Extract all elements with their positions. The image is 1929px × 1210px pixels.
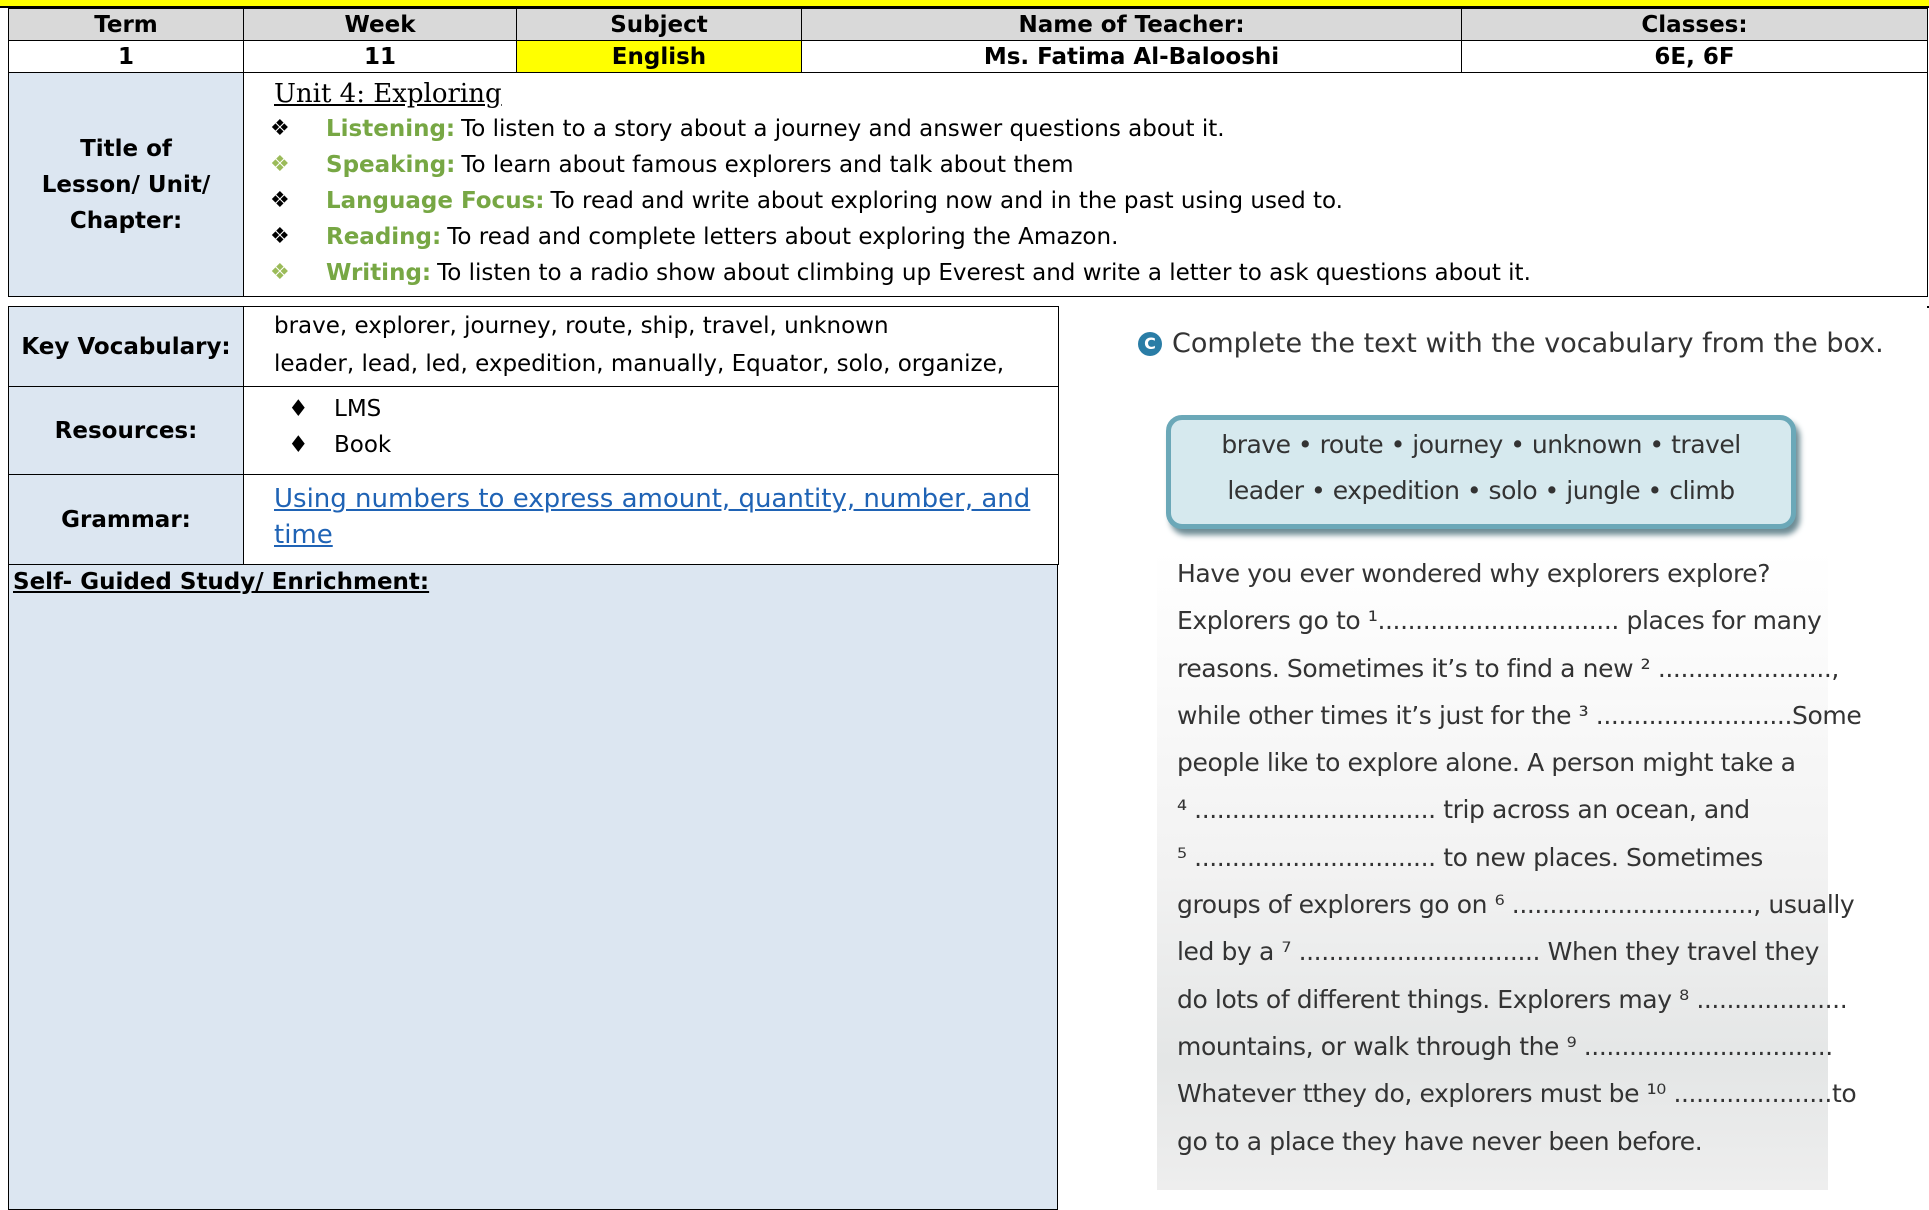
classes-value: 6E, 6F bbox=[1461, 40, 1928, 73]
exercise-number-icon: C bbox=[1138, 332, 1162, 356]
header-strip bbox=[0, 0, 1929, 8]
resources-label: Resources: bbox=[8, 386, 244, 475]
word-row: brave • route • journey • unknown • trav… bbox=[1221, 430, 1741, 459]
self-study-section: Self- Guided Study/ Enrichment: bbox=[8, 564, 1058, 1210]
exercise-instruction: Complete the text with the vocabulary fr… bbox=[1172, 328, 1884, 359]
self-study-title: Self- Guided Study/ Enrichment: bbox=[13, 569, 430, 595]
list-item: ♦ LMS bbox=[288, 391, 1058, 427]
resources-content: ♦ LMS ♦ Book bbox=[243, 386, 1059, 475]
lesson-plan-table: Term Week Subject Name of Teacher: Class… bbox=[8, 8, 1928, 297]
vocabulary-line: brave, explorer, journey, route, ship, t… bbox=[274, 313, 889, 339]
objective-item: ❖ Speaking: To learn about famous explorer… bbox=[270, 147, 1927, 183]
term-header: Term bbox=[8, 8, 244, 41]
details-table: Key Vocabulary: brave, explorer, journey… bbox=[8, 306, 1059, 565]
passage-line: Explorers go to ¹.......................… bbox=[1177, 606, 1822, 636]
passage-line: reasons. Sometimes it’s to find a new ² … bbox=[1177, 653, 1839, 683]
passage-line: ⁴ ................................ trip … bbox=[1177, 795, 1750, 825]
four-diamond-bullet-icon: ❖ bbox=[270, 188, 290, 213]
subject-header: Subject bbox=[516, 8, 802, 41]
passage-line: Have you ever wondered why explorers exp… bbox=[1177, 559, 1771, 588]
term-value: 1 bbox=[8, 40, 244, 73]
classes-header: Classes: bbox=[1461, 8, 1928, 41]
four-diamond-bullet-icon: ❖ bbox=[270, 224, 290, 249]
passage-line: groups of explorers go on ⁶ ............… bbox=[1177, 890, 1855, 920]
passage-line: do lots of different things. Explorers m… bbox=[1177, 984, 1848, 1014]
week-header: Week bbox=[243, 8, 517, 41]
grammar-link[interactable]: Using numbers to express amount, quantit… bbox=[244, 475, 1058, 559]
resources-list: ♦ LMS ♦ Book bbox=[244, 387, 1058, 467]
grammar-content: Using numbers to express amount, quantit… bbox=[243, 474, 1059, 565]
grammar-label: Grammar: bbox=[8, 474, 244, 565]
teacher-value: Ms. Fatima Al-Balooshi bbox=[801, 40, 1462, 73]
four-diamond-bullet-icon: ❖ bbox=[270, 116, 290, 141]
four-diamond-bullet-icon: ❖ bbox=[270, 152, 290, 177]
subject-value: English bbox=[516, 40, 802, 73]
week-value: 11 bbox=[243, 40, 517, 73]
passage-line: ⁵ ................................ to ne… bbox=[1177, 842, 1763, 872]
word-row: leader • expedition • solo • jungle • cl… bbox=[1227, 476, 1735, 505]
diamond-bullet-icon: ♦ bbox=[288, 396, 309, 422]
vocabulary-line: leader, lead, led, expedition, manually,… bbox=[274, 351, 1005, 377]
passage-line: mountains, or walk through the ⁹ .......… bbox=[1177, 1031, 1833, 1061]
exercise-image: C Complete the text with the vocabulary … bbox=[1060, 320, 1929, 1210]
lesson-title-label: Title of Lesson/ Unit/ Chapter: bbox=[8, 72, 244, 297]
list-item: ♦ Book bbox=[288, 427, 1058, 463]
passage-line: go to a place they have never been befor… bbox=[1177, 1126, 1703, 1156]
lesson-content: Unit 4: Exploring ❖ Listening: To listen t… bbox=[243, 72, 1928, 297]
passage-line: led by a ⁷ .............................… bbox=[1177, 937, 1820, 967]
objective-item: ❖ Language Focus: To read and write about … bbox=[270, 183, 1927, 219]
vocabulary-label: Key Vocabulary: bbox=[8, 306, 244, 387]
passage-text: Have you ever wondered why explorers exp… bbox=[1157, 550, 1862, 1190]
objective-item: ❖ Listening: To listen to a story about a … bbox=[270, 111, 1927, 147]
vocabulary-content: brave, explorer, journey, route, ship, t… bbox=[243, 306, 1059, 387]
objective-item: ❖ Writing: To listen to a radio show about… bbox=[270, 255, 1927, 291]
objective-item: ❖ Reading: To read and complete letters ab… bbox=[270, 219, 1927, 255]
diamond-bullet-icon: ♦ bbox=[288, 432, 309, 458]
objectives-list: ❖ Listening: To listen to a story about a … bbox=[244, 111, 1927, 291]
passage-line: while other times it’s just for the ³ ..… bbox=[1177, 700, 1862, 730]
teacher-header: Name of Teacher: bbox=[801, 8, 1462, 41]
passage-line: people like to explore alone. A person m… bbox=[1177, 748, 1796, 778]
passage-line: Whatever tthey do, explorers must be ¹⁰ … bbox=[1177, 1079, 1857, 1109]
four-diamond-bullet-icon: ❖ bbox=[270, 260, 290, 285]
unit-title: Unit 4: Exploring bbox=[274, 79, 502, 109]
word-box: brave • route • journey • unknown • trav… bbox=[1166, 415, 1796, 529]
